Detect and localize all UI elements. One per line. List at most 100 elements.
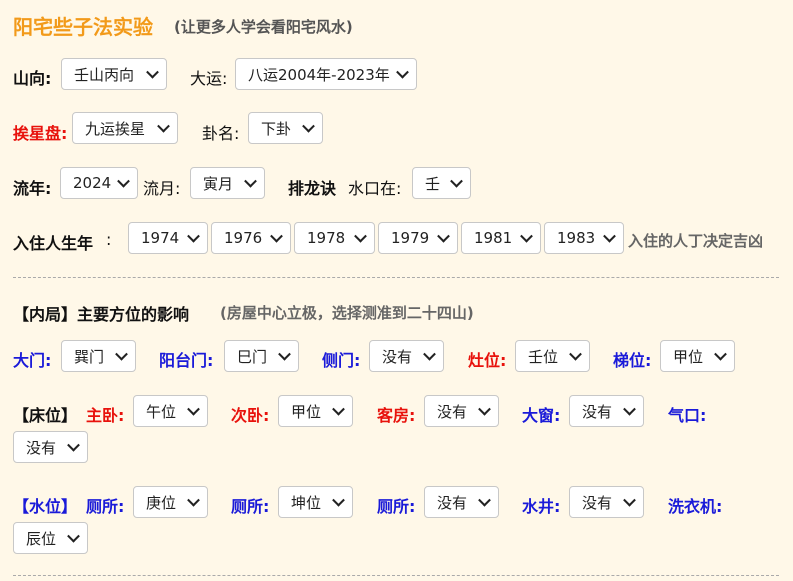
gua-select-value: 下卦 [261,119,292,138]
year-value: 1974 [141,229,180,247]
xiyiji-select-value: 辰位 [26,529,57,548]
dayun-select[interactable]: 八运2004年-2023年 [235,58,417,90]
zhuwo-select[interactable]: 午位 [133,395,208,427]
liunian-select-value: 2024 [73,174,112,192]
chevron-down-icon [520,229,533,243]
shuijing-label: 水井: [522,497,561,516]
aixing-select[interactable]: 九运挨星 [72,112,178,144]
xiyiji-select[interactable]: 辰位 [13,522,88,554]
neiju-subtitle: (房屋中心立极，选择测准到二十四山) [220,304,474,322]
cemen-select[interactable]: 没有 [369,340,444,372]
qikou-label: 气口: [668,406,707,425]
chevron-down-icon [270,229,283,243]
shuijing-select[interactable]: 没有 [569,486,644,518]
chevron-down-icon [187,493,200,507]
shuijing-select-value: 没有 [582,493,613,512]
year-select-6[interactable]: 1983 [544,222,624,254]
liuyue-select-value: 寅月 [203,174,234,193]
ruzhu-note: 入住的人丁决定吉凶 [628,232,764,250]
shuikou-select[interactable]: 壬 [412,167,471,199]
year-value: 1983 [557,229,596,247]
section-divider [13,277,779,278]
qikou-select[interactable]: 没有 [13,431,88,463]
section-divider-bottom [13,575,779,576]
liuyue-select[interactable]: 寅月 [190,167,265,199]
chevron-down-icon [244,174,257,188]
kefang-select-value: 没有 [437,402,468,421]
chevron-down-icon [623,402,636,416]
year-select-4[interactable]: 1979 [378,222,458,254]
ciwo-select[interactable]: 甲位 [278,395,353,427]
chevron-down-icon [623,493,636,507]
qikou-select-value: 没有 [26,438,57,457]
cesuo2-select[interactable]: 坤位 [278,486,353,518]
cesuo1-select-value: 庚位 [146,493,177,512]
cesuo3-select[interactable]: 没有 [424,486,499,518]
year-select-1[interactable]: 1974 [128,222,208,254]
cesuo2-select-value: 坤位 [291,493,322,512]
chevron-down-icon [67,529,80,543]
zaowei-label: 灶位: [468,351,507,370]
chevron-down-icon [332,493,345,507]
cesuo3-label: 厕所: [377,497,416,516]
kefang-select[interactable]: 没有 [424,395,499,427]
shan-select[interactable]: 壬山丙向 [61,58,167,90]
chevron-down-icon [478,402,491,416]
year-select-5[interactable]: 1981 [461,222,541,254]
yangtai-select-value: 巳门 [237,347,268,366]
shan-select-value: 壬山丙向 [74,65,135,84]
ruzhu-label: 入住人生年 [13,234,94,253]
year-value: 1976 [224,229,263,247]
chevron-down-icon [603,229,616,243]
yangtai-label: 阳台门: [159,351,214,370]
chevron-down-icon [354,229,367,243]
aixing-label: 挨星盘: [13,124,68,143]
dachuang-label: 大窗: [522,406,561,425]
dachuang-select-value: 没有 [582,402,613,421]
chevron-down-icon [714,347,727,361]
yangtai-select[interactable]: 巳门 [224,340,299,372]
damen-select-value: 巽门 [74,347,105,366]
dachuang-select[interactable]: 没有 [569,395,644,427]
page-title: 阳宅些子法实验 [13,15,153,39]
gua-label: 卦名: [202,124,240,143]
year-value: 1981 [474,229,513,247]
cesuo2-label: 厕所: [231,497,270,516]
page-subtitle: (让更多人学会看阳宅风水) [174,18,353,36]
dayun-select-value: 八运2004年-2023年 [248,65,390,84]
zaowei-select[interactable]: 壬位 [515,340,590,372]
gua-select[interactable]: 下卦 [248,112,323,144]
chevron-down-icon [332,402,345,416]
liuyue-label: 流月: [143,179,181,198]
chevron-down-icon [423,347,436,361]
damen-select[interactable]: 巽门 [61,340,136,372]
kefang-label: 客房: [377,406,416,425]
chevron-down-icon [115,347,128,361]
dayun-label: 大运: [190,69,228,88]
tiwei-select[interactable]: 甲位 [660,340,735,372]
chuangwei-prefix: 【床位】 [13,406,78,425]
chevron-down-icon [569,347,582,361]
cesuo3-select-value: 没有 [437,493,468,512]
chevron-down-icon [396,65,409,79]
ciwo-label: 次卧: [231,406,270,425]
cesuo1-select[interactable]: 庚位 [133,486,208,518]
year-select-2[interactable]: 1976 [211,222,291,254]
liunian-label: 流年: [13,179,52,198]
chevron-down-icon [157,119,170,133]
neiju-title: 【内局】主要方位的影响 [13,305,190,324]
chevron-down-icon [278,347,291,361]
liunian-select[interactable]: 2024 [60,167,138,199]
xiyiji-label: 洗衣机: [668,497,723,516]
pailong-label: 排龙诀 [288,179,337,198]
shuikou-label: 水口在: [348,179,402,198]
cesuo1-label: 厕所: [86,497,125,516]
chevron-down-icon [187,402,200,416]
year-select-3[interactable]: 1978 [294,222,375,254]
cemen-label: 侧门: [322,351,361,370]
shuiwei-prefix: 【水位】 [13,497,78,516]
shuikou-select-value: 壬 [425,174,441,193]
chevron-down-icon [302,119,315,133]
chevron-down-icon [67,438,80,452]
chevron-down-icon [117,174,130,188]
